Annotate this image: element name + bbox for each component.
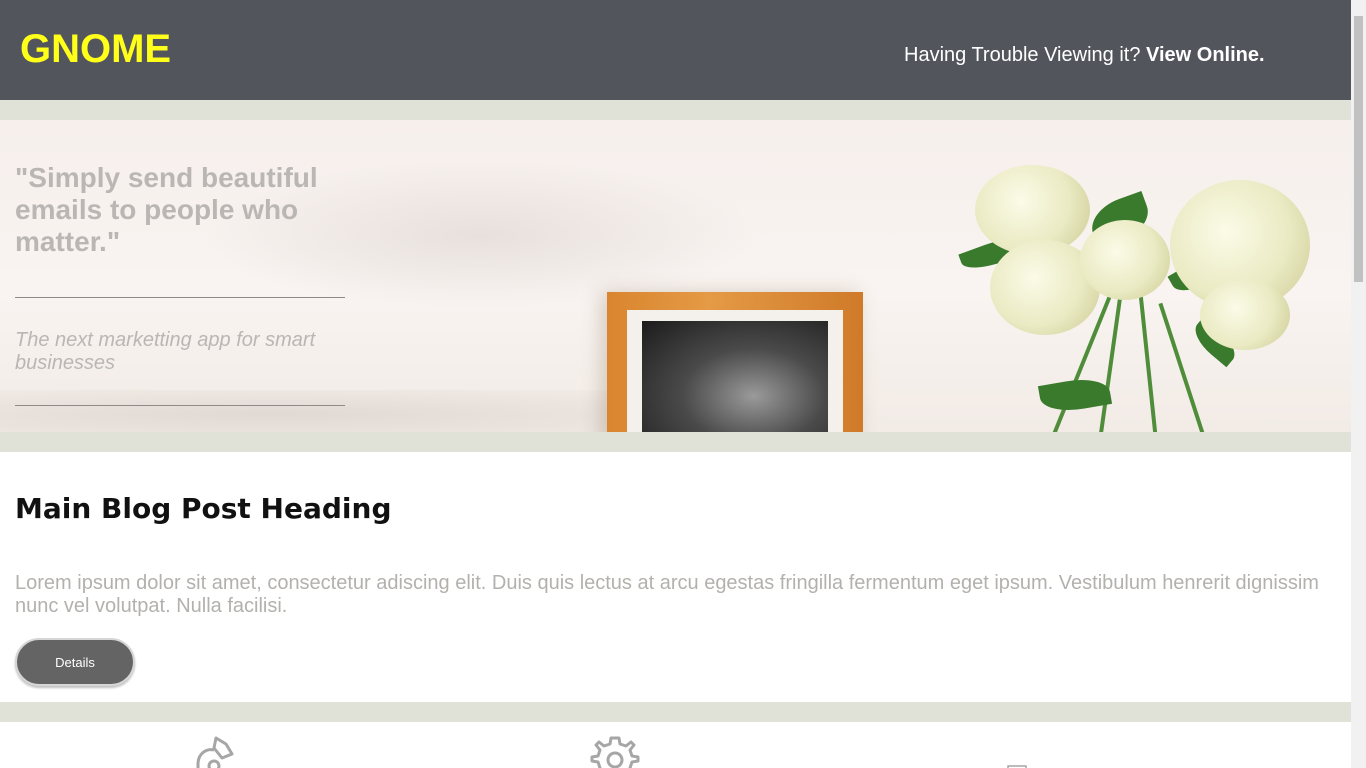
hero-divider-bottom	[15, 405, 345, 406]
view-online-link[interactable]: View Online.	[1146, 44, 1265, 66]
hero-quote: "Simply send beautiful emails to people …	[15, 162, 318, 257]
header-bar: GNOME Having Trouble Viewing it? View On…	[0, 0, 1351, 100]
vertical-scrollbar[interactable]	[1351, 0, 1366, 768]
gear-icon	[590, 736, 640, 768]
blog-post-section: Main Blog Post Heading Lorem ipsum dolor…	[0, 452, 1351, 702]
view-online-notice: Having Trouble Viewing it? View Online.	[904, 44, 1265, 66]
details-button[interactable]: Details	[15, 638, 135, 686]
hero-text-block: "Simply send beautiful emails to people …	[15, 162, 345, 406]
paint-brush-icon	[192, 736, 238, 768]
blog-body-text: Lorem ipsum dolor sit amet, consectetur …	[15, 572, 1319, 617]
email-page: GNOME Having Trouble Viewing it? View On…	[0, 0, 1351, 768]
blog-heading: Main Blog Post Heading	[15, 492, 392, 525]
trouble-text: Having Trouble Viewing it?	[904, 44, 1141, 66]
document-icon	[1007, 762, 1029, 768]
scrollbar-thumb[interactable]	[1354, 16, 1363, 282]
picture-frame-image	[607, 292, 863, 432]
brand-logo: GNOME	[20, 27, 172, 71]
hero-tagline: The next marketting app for smart busine…	[15, 329, 316, 374]
hero-divider-top	[15, 297, 345, 298]
hero-banner: "Simply send beautiful emails to people …	[0, 120, 1351, 432]
features-row	[0, 722, 1351, 768]
